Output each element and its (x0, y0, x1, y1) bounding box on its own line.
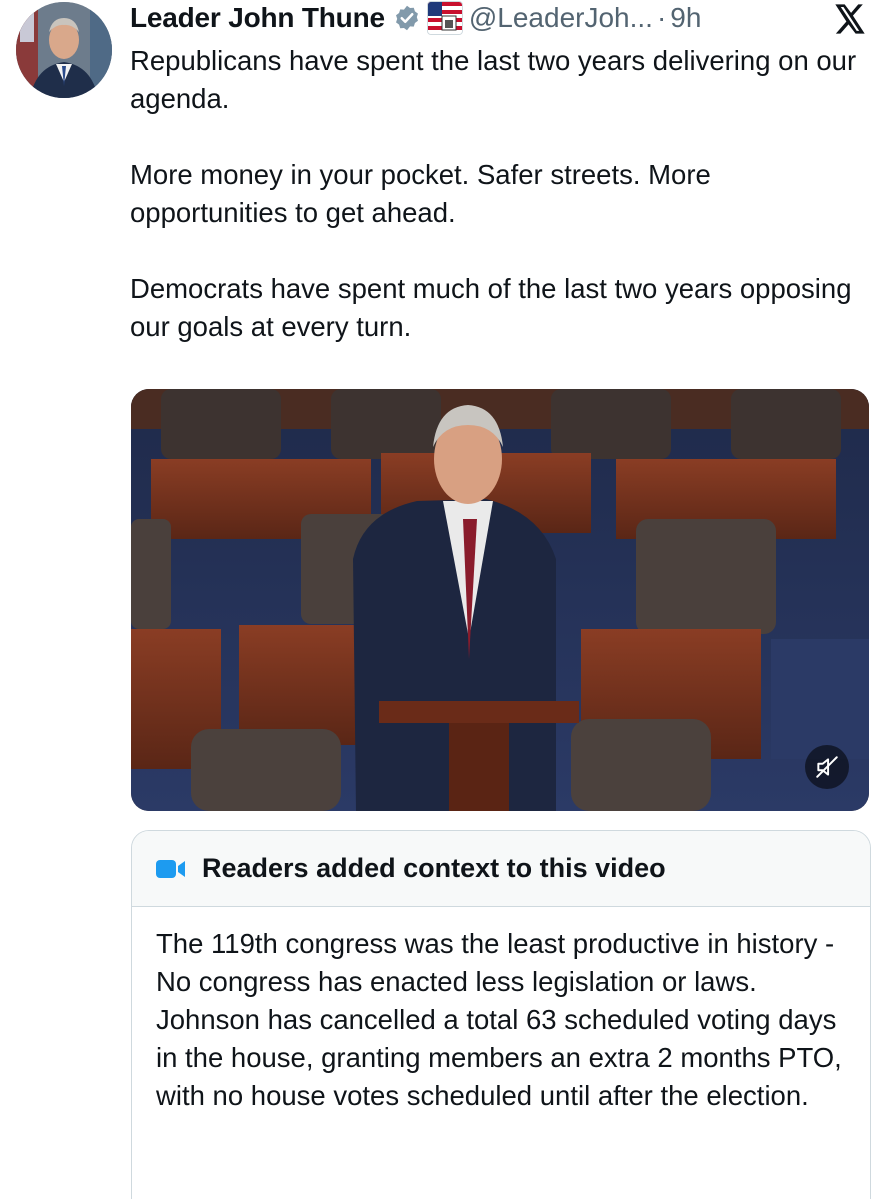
us-senate-flag-icon[interactable] (426, 1, 463, 35)
tweet-paragraph: Democrats have spent much of the last tw… (130, 273, 852, 342)
display-name[interactable]: Leader John Thune (130, 2, 385, 34)
video-frame (131, 389, 869, 811)
timestamp[interactable]: 9h (670, 2, 701, 34)
video-player[interactable] (131, 389, 869, 811)
mute-button[interactable] (805, 745, 849, 789)
verified-badge-icon (393, 4, 421, 32)
tweet-paragraph: More money in your pocket. Safer streets… (130, 159, 711, 228)
tweet-header: Leader John Thune @LeaderJoh... · 9h (130, 0, 701, 36)
handle[interactable]: @LeaderJoh... (469, 2, 653, 34)
avatar[interactable] (16, 2, 112, 98)
community-note[interactable]: Readers added context to this video The … (131, 830, 871, 1199)
muted-speaker-icon (816, 756, 838, 778)
tweet-text: Republicans have spent the last two year… (130, 42, 860, 346)
community-note-title: Readers added context to this video (202, 853, 666, 883)
x-logo-icon[interactable] (834, 4, 866, 34)
tweet-paragraph: Republicans have spent the last two year… (130, 45, 857, 114)
community-note-header: Readers added context to this video (132, 831, 870, 907)
separator-dot: · (656, 2, 667, 33)
tweet-screen: Leader John Thune @LeaderJoh... · 9h Rep… (0, 0, 888, 1199)
community-notes-icon (156, 859, 185, 878)
community-note-body: The 119th congress was the least product… (156, 928, 842, 1111)
